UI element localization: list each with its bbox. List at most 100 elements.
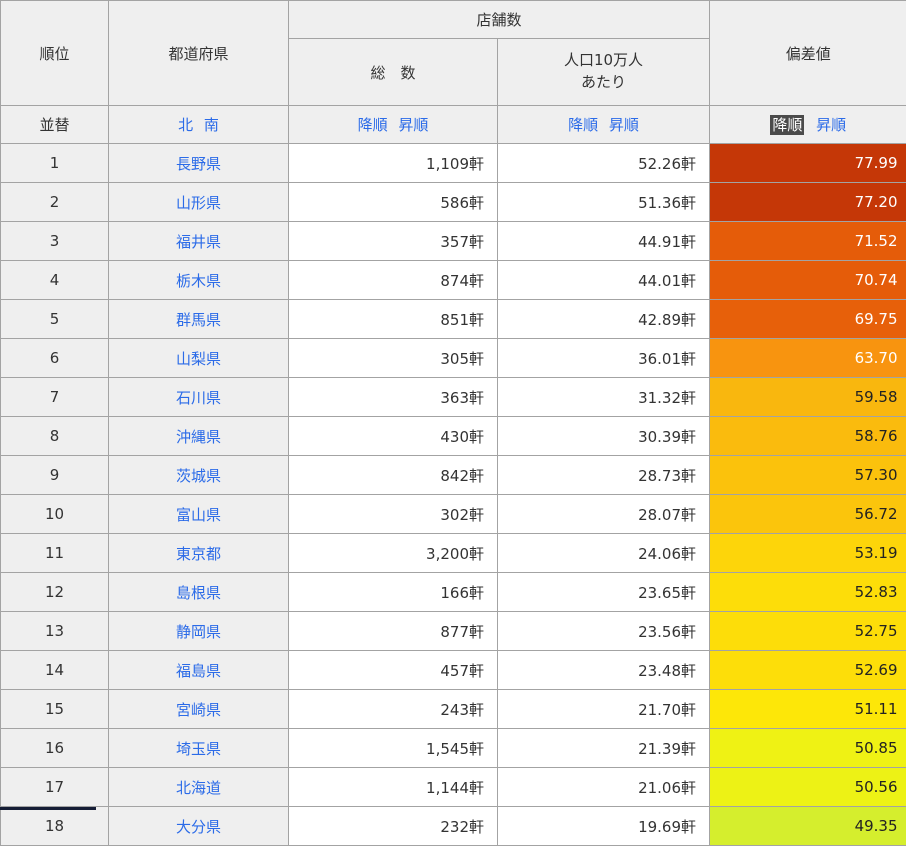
prefecture-link[interactable]: 山梨県 [176, 350, 221, 368]
prefecture-cell: 福井県 [109, 222, 289, 261]
sort-deviation-desc-link-selected[interactable]: 降順 [770, 115, 804, 135]
rank-value: 11 [1, 534, 109, 573]
sort-north-link[interactable]: 北 [178, 116, 193, 134]
deviation-cell: 63.70 [710, 339, 906, 378]
sort-total-cell: 降順 昇順 [289, 106, 498, 144]
total-stores-value: 874軒 [289, 261, 498, 300]
table-row: 1 長野県 1,109軒 52.26軒 77.99 [1, 144, 906, 183]
per-capita-value: 21.06軒 [498, 768, 710, 807]
prefecture-link[interactable]: 静岡県 [176, 623, 221, 641]
rank-value: 1 [1, 144, 109, 183]
prefecture-link[interactable]: 群馬県 [176, 311, 221, 329]
total-stores-value: 232軒 [289, 807, 498, 846]
prefecture-link[interactable]: 大分県 [176, 818, 221, 836]
prefecture-link[interactable]: 茨城県 [176, 467, 221, 485]
prefecture-cell: 栃木県 [109, 261, 289, 300]
prefecture-link[interactable]: 長野県 [176, 155, 221, 173]
prefecture-link[interactable]: 島根県 [176, 584, 221, 602]
prefecture-cell: 山梨県 [109, 339, 289, 378]
table-row: 12 島根県 166軒 23.65軒 52.83 [1, 573, 906, 612]
sort-per-capita-desc-link[interactable]: 降順 [568, 116, 598, 134]
deviation-cell: 77.99 [710, 144, 906, 183]
prefecture-link[interactable]: 石川県 [176, 389, 221, 407]
per-capita-value: 31.32軒 [498, 378, 710, 417]
deviation-cell: 49.35 [710, 807, 906, 846]
table-row: 14 福島県 457軒 23.48軒 52.69 [1, 651, 906, 690]
per-capita-value: 23.48軒 [498, 651, 710, 690]
prefecture-link[interactable]: 福島県 [176, 662, 221, 680]
prefecture-link[interactable]: 栃木県 [176, 272, 221, 290]
prefecture-link[interactable]: 福井県 [176, 233, 221, 251]
sort-per-capita-asc-link[interactable]: 昇順 [609, 116, 639, 134]
sort-label: 並替 [1, 106, 109, 144]
deviation-cell: 77.20 [710, 183, 906, 222]
prefecture-cell: 東京都 [109, 534, 289, 573]
deviation-cell: 50.56 [710, 768, 906, 807]
sort-total-asc-link[interactable]: 昇順 [398, 116, 428, 134]
deviation-cell: 59.58 [710, 378, 906, 417]
total-stores-value: 1,144軒 [289, 768, 498, 807]
deviation-cell: 71.52 [710, 222, 906, 261]
total-stores-value: 842軒 [289, 456, 498, 495]
ranking-table: 順位 都道府県 店舗数 偏差値 総 数 人口10万人 あたり 並替 北 南 降順… [0, 0, 906, 846]
sort-deviation-cell: 降順 昇順 [710, 106, 906, 144]
total-stores-value: 1,545軒 [289, 729, 498, 768]
rank-value: 2 [1, 183, 109, 222]
prefecture-cell: 山形県 [109, 183, 289, 222]
header-per-capita: 人口10万人 あたり [498, 39, 710, 106]
table-row: 2 山形県 586軒 51.36軒 77.20 [1, 183, 906, 222]
prefecture-cell: 大分県 [109, 807, 289, 846]
header-rank: 順位 [1, 1, 109, 106]
header-prefecture: 都道府県 [109, 1, 289, 106]
table-row: 13 静岡県 877軒 23.56軒 52.75 [1, 612, 906, 651]
table-row: 18 大分県 232軒 19.69軒 49.35 [1, 807, 906, 846]
per-capita-value: 51.36軒 [498, 183, 710, 222]
prefecture-cell: 北海道 [109, 768, 289, 807]
rank-value: 4 [1, 261, 109, 300]
per-capita-value: 28.73軒 [498, 456, 710, 495]
table-row: 7 石川県 363軒 31.32軒 59.58 [1, 378, 906, 417]
total-stores-value: 1,109軒 [289, 144, 498, 183]
prefecture-cell: 静岡県 [109, 612, 289, 651]
prefecture-cell: 宮崎県 [109, 690, 289, 729]
total-stores-value: 430軒 [289, 417, 498, 456]
header-deviation: 偏差値 [710, 1, 906, 106]
per-capita-value: 52.26軒 [498, 144, 710, 183]
prefecture-cell: 富山県 [109, 495, 289, 534]
prefecture-link[interactable]: 北海道 [176, 779, 221, 797]
prefecture-cell: 福島県 [109, 651, 289, 690]
table-row: 8 沖縄県 430軒 30.39軒 58.76 [1, 417, 906, 456]
sort-total-desc-link[interactable]: 降順 [358, 116, 388, 134]
prefecture-link[interactable]: 富山県 [176, 506, 221, 524]
per-capita-value: 42.89軒 [498, 300, 710, 339]
sort-prefecture-cell: 北 南 [109, 106, 289, 144]
rank-value: 14 [1, 651, 109, 690]
rank-value: 8 [1, 417, 109, 456]
prefecture-link[interactable]: 沖縄県 [176, 428, 221, 446]
deviation-cell: 57.30 [710, 456, 906, 495]
total-stores-value: 166軒 [289, 573, 498, 612]
rank-value: 12 [1, 573, 109, 612]
prefecture-link[interactable]: 山形県 [176, 194, 221, 212]
total-stores-value: 305軒 [289, 339, 498, 378]
deviation-cell: 52.69 [710, 651, 906, 690]
sort-south-link[interactable]: 南 [204, 116, 219, 134]
per-capita-value: 44.91軒 [498, 222, 710, 261]
table-row: 17 北海道 1,144軒 21.06軒 50.56 [1, 768, 906, 807]
deviation-cell: 52.83 [710, 573, 906, 612]
rank-value: 10 [1, 495, 109, 534]
per-capita-value: 23.56軒 [498, 612, 710, 651]
prefecture-link[interactable]: 東京都 [176, 545, 221, 563]
total-stores-value: 302軒 [289, 495, 498, 534]
table-row: 16 埼玉県 1,545軒 21.39軒 50.85 [1, 729, 906, 768]
prefecture-cell: 沖縄県 [109, 417, 289, 456]
total-stores-value: 586軒 [289, 183, 498, 222]
prefecture-link[interactable]: 宮崎県 [176, 701, 221, 719]
prefecture-link[interactable]: 埼玉県 [176, 740, 221, 758]
sort-deviation-asc-link[interactable]: 昇順 [816, 116, 846, 134]
table-row: 9 茨城県 842軒 28.73軒 57.30 [1, 456, 906, 495]
deviation-cell: 50.85 [710, 729, 906, 768]
rank-value: 16 [1, 729, 109, 768]
prefecture-cell: 茨城県 [109, 456, 289, 495]
deviation-cell: 56.72 [710, 495, 906, 534]
